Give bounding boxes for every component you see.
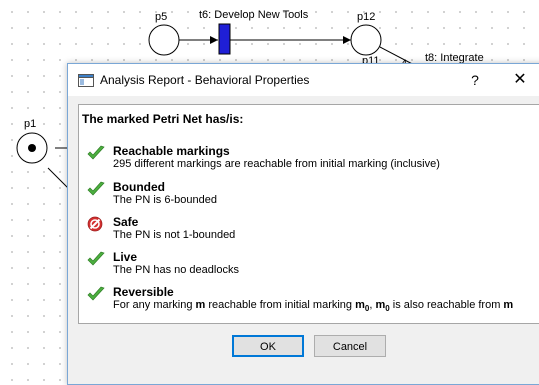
place-label-p1: p1 (24, 118, 37, 130)
property-name: Reachable markings (113, 144, 230, 158)
property-description: For any marking m reachable from initial… (113, 299, 514, 314)
help-button[interactable]: ? (463, 70, 487, 90)
dialog-titlebar[interactable]: Analysis Report - Behavioral Properties … (68, 64, 539, 96)
arrowhead (343, 36, 351, 44)
cancel-button[interactable]: Cancel (314, 335, 386, 357)
analysis-report-dialog: Analysis Report - Behavioral Properties … (67, 63, 539, 385)
place-p12[interactable] (350, 24, 382, 56)
property-name: Reversible (113, 285, 174, 299)
property-description: The PN has no deadlocks (113, 264, 239, 276)
place-label-p12: p12 (357, 11, 376, 23)
checkmark-icon (87, 181, 105, 196)
dialog-title: Analysis Report - Behavioral Properties (100, 73, 310, 87)
transition-t6[interactable] (218, 23, 231, 55)
property-description: The PN is not 1-bounded (113, 229, 236, 241)
properties-panel: The marked Petri Net has/is: Reachable m… (78, 104, 539, 324)
arrowhead (210, 36, 218, 44)
app-window-icon (78, 74, 94, 87)
property-description: The PN is 6-bounded (113, 194, 217, 206)
checkmark-icon (87, 286, 105, 301)
place-label-p5: p5 (155, 11, 168, 23)
report-heading: The marked Petri Net has/is: (82, 112, 244, 126)
checkmark-icon (87, 145, 105, 160)
place-p5[interactable] (148, 24, 180, 56)
transition-label-t6: t6: Develop New Tools (199, 9, 309, 21)
token (28, 144, 36, 152)
close-button[interactable]: ✕ (508, 70, 532, 90)
checkmark-icon (87, 251, 105, 266)
property-name: Live (113, 250, 138, 264)
property-name: Safe (113, 215, 139, 229)
property-name: Bounded (113, 180, 165, 194)
prohibited-icon (87, 216, 103, 232)
property-description: 295 different markings are reachable fro… (113, 158, 440, 170)
ok-button[interactable]: OK (232, 335, 304, 357)
